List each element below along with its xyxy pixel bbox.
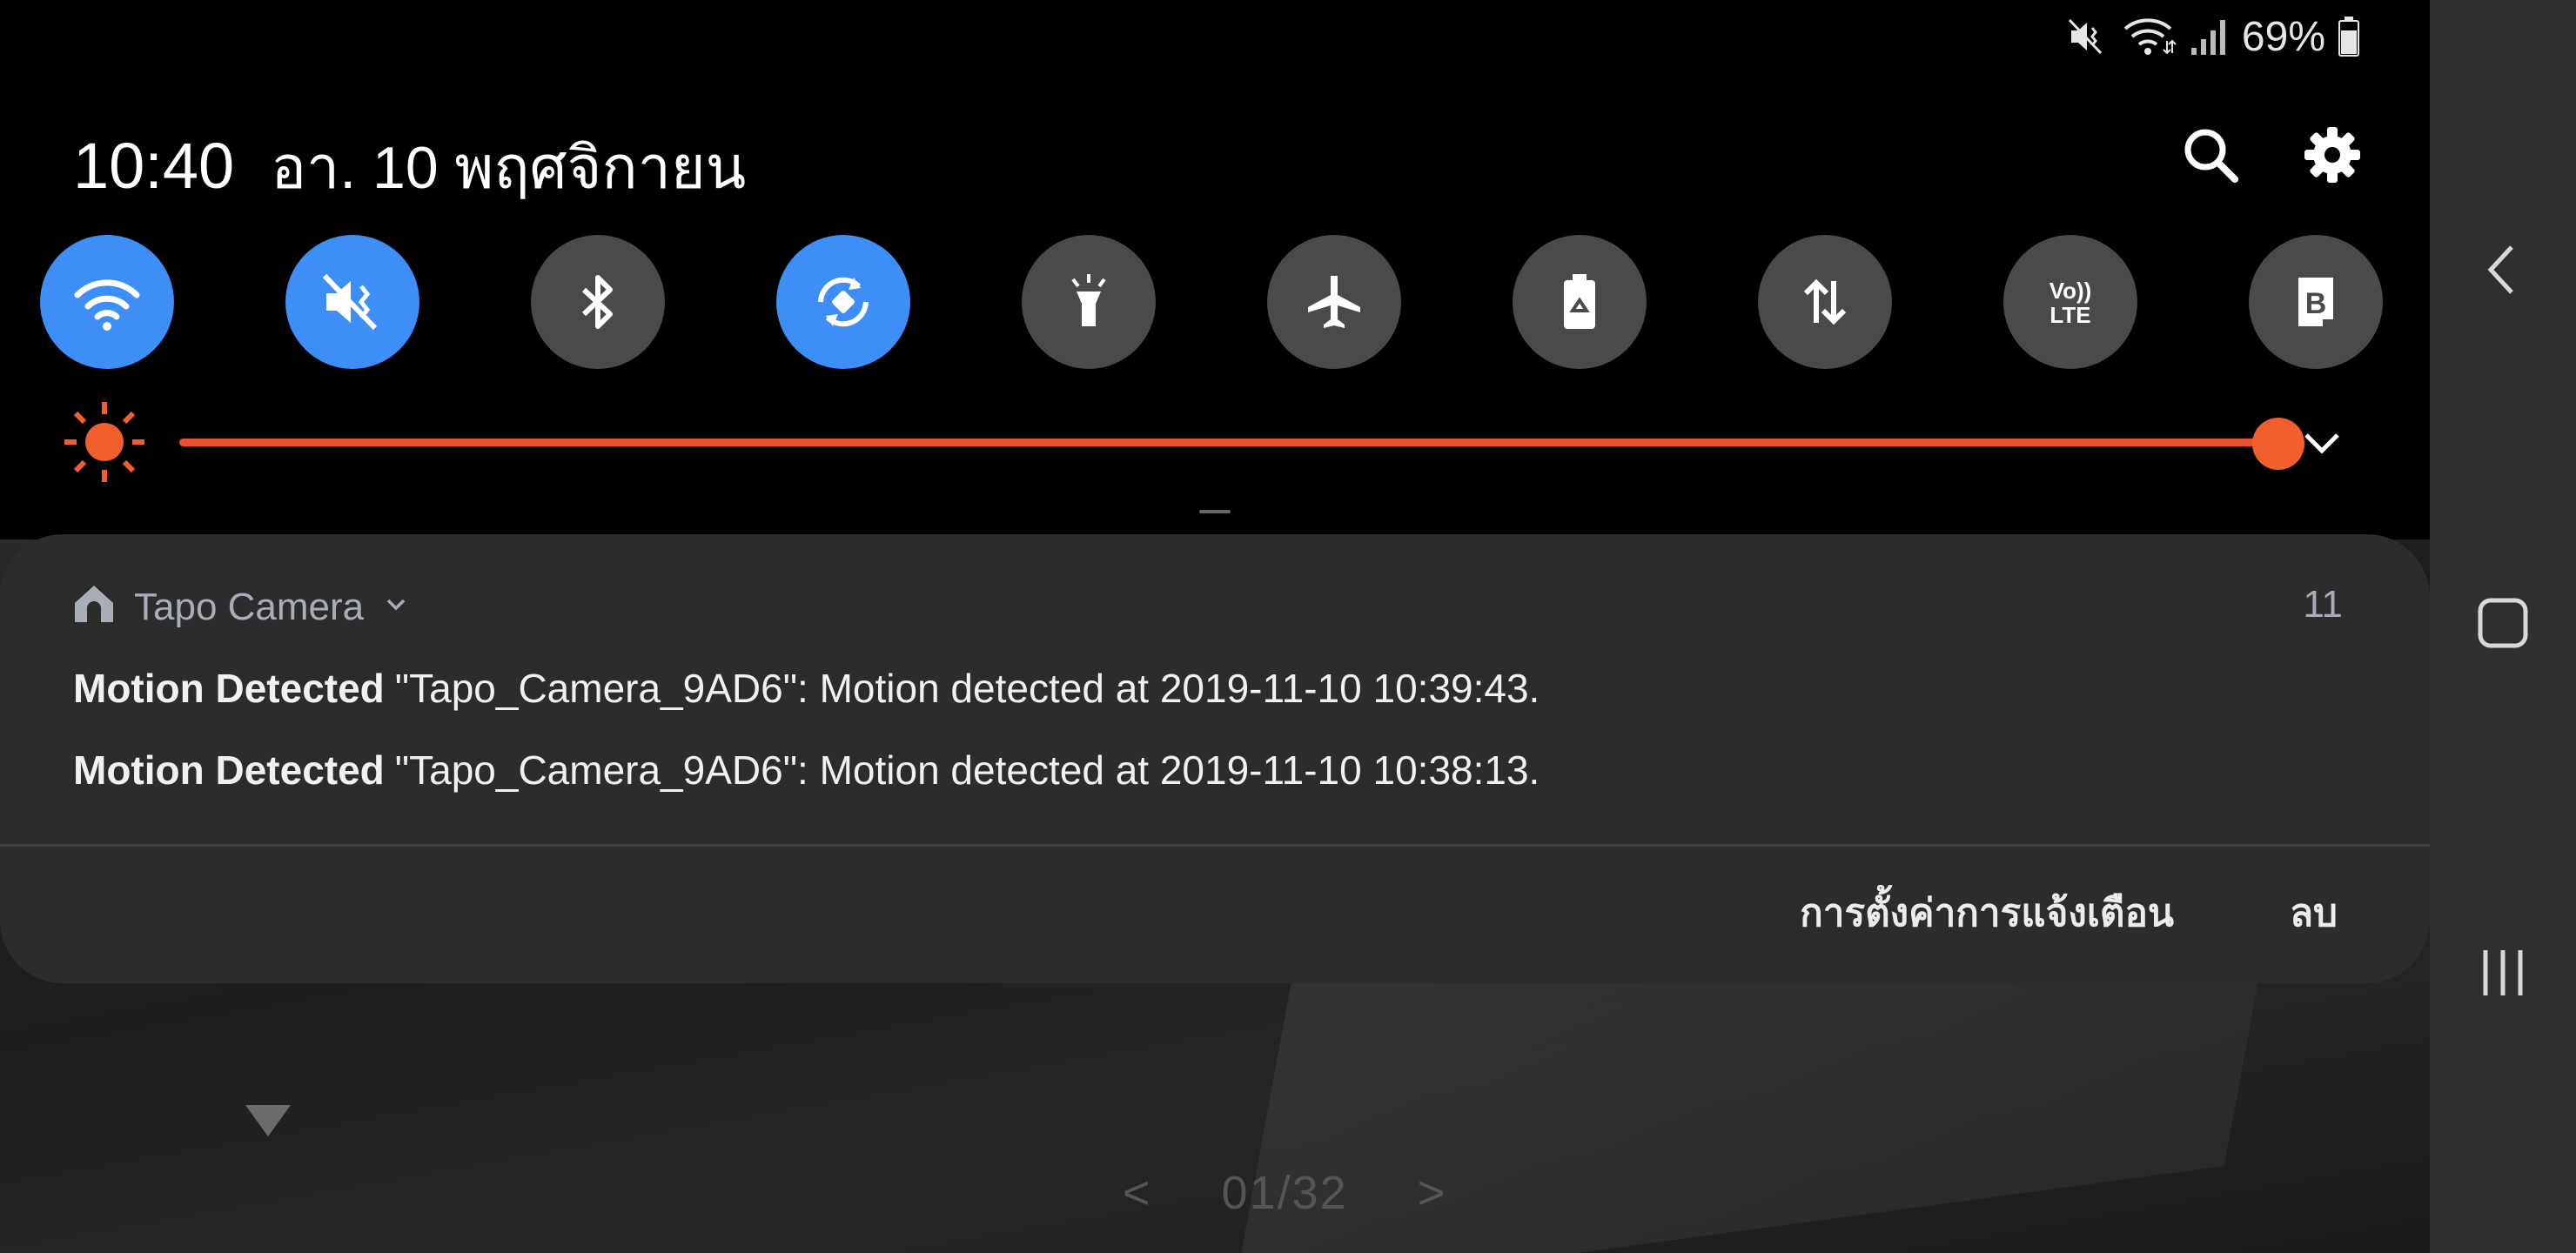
quick-settings-panel: 69% 10:40 อา. 10 พฤศจิกายน Vo)) LTE B xyxy=(0,0,2430,539)
camera-pager: <01/32 > xyxy=(1088,1166,1481,1220)
wifi-icon xyxy=(74,279,140,331)
toggle-volte[interactable]: Vo)) LTE xyxy=(2003,235,2137,369)
volte-label-top: Vo)) xyxy=(2049,278,2092,304)
notification-app-name: Tapo Camera xyxy=(134,586,365,628)
android-screen: <01/32 > 69% 10:40 อา. 10 พฤศจิกายน Vo))… xyxy=(0,0,2576,1253)
pager-prev-button[interactable]: < xyxy=(1123,1167,1152,1219)
navigation-bar xyxy=(2430,0,2576,1253)
toggle-bluetooth[interactable] xyxy=(531,235,665,369)
notification-item-text: "Tapo_Camera_9AD6": Motion detected at 2… xyxy=(394,666,1540,711)
search-icon[interactable] xyxy=(2179,124,2242,186)
home-icon[interactable] xyxy=(2468,588,2538,658)
brightness-row xyxy=(61,399,2367,486)
airplane-icon xyxy=(1308,276,1360,328)
volte-label-bottom: LTE xyxy=(2049,302,2090,328)
notification-item-title: Motion Detected xyxy=(73,747,385,793)
brightness-sun-icon xyxy=(61,399,148,486)
toggle-wifi[interactable] xyxy=(40,235,174,369)
clear-button[interactable]: ลบ xyxy=(2290,882,2338,943)
mute-icon xyxy=(2066,15,2110,58)
notification-item[interactable]: Motion Detected "Tapo_Camera_9AD6": Motio… xyxy=(73,747,1540,794)
clock-time[interactable]: 10:40 xyxy=(73,129,234,203)
brightness-slider-track[interactable] xyxy=(179,439,2287,446)
mobile-data-icon xyxy=(1803,278,1847,325)
chevron-down-icon[interactable] xyxy=(381,586,411,629)
notification-settings-button[interactable]: การตั้งค่าการแจ้งเตือน xyxy=(1800,882,2174,943)
bixby-routines-icon: B xyxy=(2298,278,2333,326)
auto-rotate-icon xyxy=(818,277,869,327)
notification-item[interactable]: Motion Detected "Tapo_Camera_9AD6": Motio… xyxy=(73,665,1540,712)
volte-icon: Vo)) LTE xyxy=(2049,278,2092,328)
toggle-flashlight[interactable] xyxy=(1022,235,1156,369)
status-bar: 69% xyxy=(2066,12,2360,61)
notification-item-title: Motion Detected xyxy=(73,666,385,711)
clock-date-row: 10:40 อา. 10 พฤศจิกายน xyxy=(73,120,746,214)
back-icon[interactable] xyxy=(2468,235,2538,305)
settings-gear-icon[interactable] xyxy=(2301,124,2364,186)
battery-recycle-icon xyxy=(1564,274,1595,329)
notification-item-text: "Tapo_Camera_9AD6": Motion detected at 2… xyxy=(394,747,1540,793)
flashlight-icon xyxy=(1071,274,1106,326)
quick-toggles-row: Vo)) LTE B xyxy=(40,235,2390,369)
battery-icon xyxy=(2338,15,2360,58)
home-app-icon xyxy=(71,580,117,635)
pager-next-button[interactable]: > xyxy=(1418,1167,1447,1219)
divider xyxy=(0,844,2430,847)
notification-card[interactable]: Tapo Camera 11 Motion Detected "Tapo_Came… xyxy=(0,534,2430,983)
bixby-label: B xyxy=(2305,287,2327,320)
notification-header[interactable]: Tapo Camera xyxy=(71,580,411,635)
clock-date[interactable]: อา. 10 พฤศจิกายน xyxy=(271,120,746,214)
bluetooth-icon xyxy=(581,275,613,329)
toggle-bixby-routines[interactable]: B xyxy=(2249,235,2383,369)
recent-apps-icon[interactable] xyxy=(2468,938,2538,1008)
signal-icon xyxy=(2190,15,2230,58)
pan-down-icon[interactable] xyxy=(245,1105,291,1136)
toggle-mobile-data[interactable] xyxy=(1758,235,1892,369)
notification-count: 11 xyxy=(2303,583,2343,626)
pager-text: 01/32 xyxy=(1221,1167,1348,1219)
toggle-mute[interactable] xyxy=(285,235,419,369)
wifi-icon xyxy=(2122,15,2177,58)
panel-drag-handle[interactable] xyxy=(1199,510,1231,513)
toggle-auto-rotate[interactable] xyxy=(776,235,910,369)
battery-percent: 69% xyxy=(2241,13,2325,60)
mute-icon xyxy=(322,273,378,331)
toggle-power-saving[interactable] xyxy=(1513,235,1647,369)
chevron-down-icon[interactable] xyxy=(2296,416,2348,468)
toggle-airplane-mode[interactable] xyxy=(1267,235,1401,369)
